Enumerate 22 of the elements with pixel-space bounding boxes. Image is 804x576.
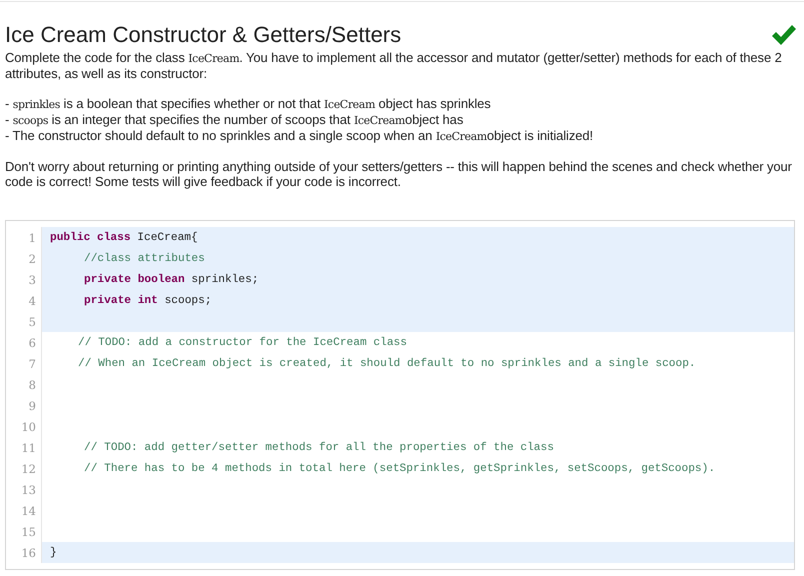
line-number: 2 [6,248,42,269]
line-number: 1 [6,227,42,248]
code-text: } [50,546,57,558]
instruction-text: Don't worry about returning or printing anything outside of your setters/getters -- this will happen behind the scenes and check whether your code is correct! Some tests will give feedback if your code is incorrect. [5,159,793,189]
code-editor[interactable] [5,220,795,570]
code-text: // When an IceCream object is created, it should default to no sprinkles and a single scoop. [78,358,696,370]
instruction-text: Complete the code for the class IceCream. You have to implement all the accessor and mutator (getter/setter) methods for each of these 2 attributes, as well as its constructor: [5,50,783,81]
line-number: 5 [6,311,42,332]
code-text: private int scoops; [84,294,212,306]
instruction-text: - scoops is an integer that specifies the number of scoops that IceCreamobject has [5,112,464,128]
line-number: 4 [6,290,42,311]
instruction-text: - The constructor should default to no sprinkles and a single scoop when an IceCreamobject is initialized! [5,128,594,144]
page-title: Ice Cream Constructor & Getters/Setters [5,21,402,49]
code-text: // TODO: add a constructor for the IceCream class [78,336,407,348]
code-text: // There has to be 4 methods in total here (setSprinkles, getSprinkles, setScoops, getScoops). [84,462,716,474]
code-text: // TODO: add getter/setter methods for all the properties of the class [84,442,554,454]
instruction-text: - sprinkles is a boolean that specifies whether or not that IceCream object has sprinkles [5,96,492,112]
line-number: 16 [6,542,42,563]
code-text: private boolean sprinkles; [84,274,259,286]
line-number: 3 [6,269,42,290]
code-text: public class IceCream{ [50,232,198,244]
code-text: //class attributes [84,252,205,264]
